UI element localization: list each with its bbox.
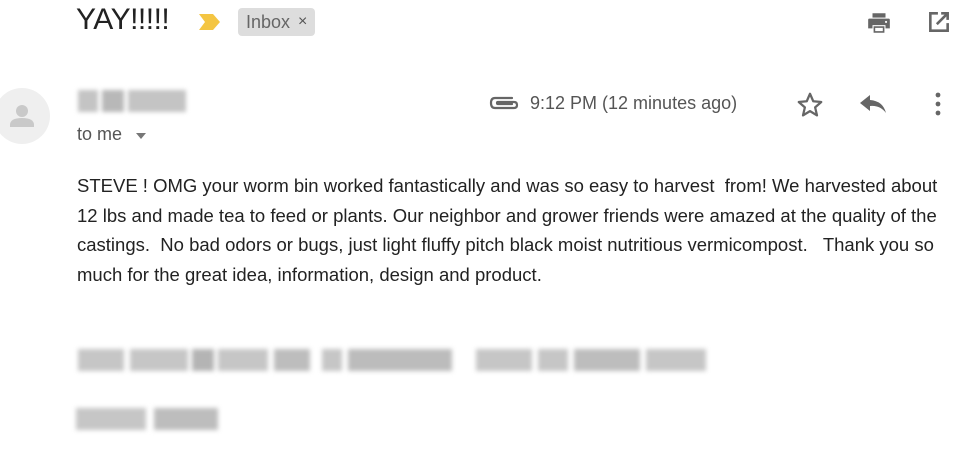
person-icon [10, 105, 34, 127]
redacted-signature-line [78, 349, 706, 371]
more-vertical-icon[interactable] [926, 90, 950, 118]
importance-marker-icon[interactable] [198, 12, 222, 32]
paperclip-icon [489, 96, 519, 110]
chevron-down-icon [136, 132, 147, 139]
message-body: STEVE ! OMG your worm bin worked fantast… [77, 171, 957, 289]
open-in-new-window-icon[interactable] [926, 9, 952, 35]
label-chip-inbox: Inbox × [238, 8, 316, 36]
recipient-details-toggle[interactable]: to me [77, 124, 147, 145]
sender-avatar[interactable] [0, 88, 50, 144]
sender-name-redacted[interactable] [78, 90, 186, 112]
reply-icon[interactable] [857, 91, 889, 117]
message-body-text: STEVE ! OMG your worm bin worked fantast… [77, 175, 943, 285]
label-chip-text: Inbox [246, 11, 291, 32]
subject-title: YAY!!!!! [76, 3, 170, 36]
printer-icon[interactable] [866, 10, 892, 36]
remove-label-button[interactable]: × [298, 14, 307, 30]
recipient-text: to me [77, 124, 123, 144]
subject-row: YAY!!!!! Inbox × [0, 0, 978, 46]
star-icon[interactable] [795, 90, 825, 120]
message-timestamp: 9:12 PM (12 minutes ago) [530, 93, 738, 113]
redacted-sender-signature [76, 408, 218, 430]
